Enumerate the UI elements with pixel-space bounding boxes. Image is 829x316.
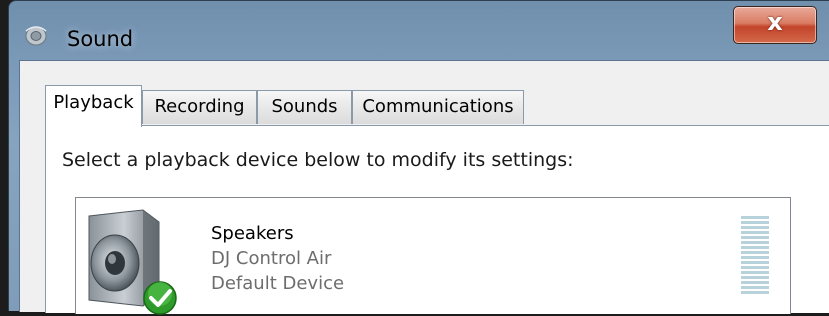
volume-level-meter xyxy=(741,216,769,298)
device-list[interactable]: Speakers DJ Control Air Default Device xyxy=(75,197,791,315)
sound-window: Sound x Playback Recording Sounds Commun… xyxy=(8,0,829,315)
device-item-speakers[interactable]: Speakers DJ Control Air Default Device xyxy=(76,198,790,315)
tab-recording[interactable]: Recording xyxy=(142,90,257,124)
tab-playback[interactable]: Playback xyxy=(45,85,142,127)
title-bar[interactable]: Sound x xyxy=(9,1,829,59)
device-description: DJ Control Air xyxy=(211,248,332,269)
instruction-text: Select a playback device below to modify… xyxy=(62,149,574,171)
dialog-client: Playback Recording Sounds Communications… xyxy=(19,60,829,315)
window-title: Sound xyxy=(67,27,134,51)
device-name: Speakers xyxy=(211,223,294,244)
close-button[interactable]: x xyxy=(733,6,817,44)
playback-panel: Select a playback device below to modify… xyxy=(45,125,829,315)
tab-sounds[interactable]: Sounds xyxy=(257,90,352,124)
tab-communications[interactable]: Communications xyxy=(352,90,524,124)
close-icon: x xyxy=(767,8,783,36)
device-status: Default Device xyxy=(211,273,345,294)
sound-icon[interactable] xyxy=(23,25,49,47)
